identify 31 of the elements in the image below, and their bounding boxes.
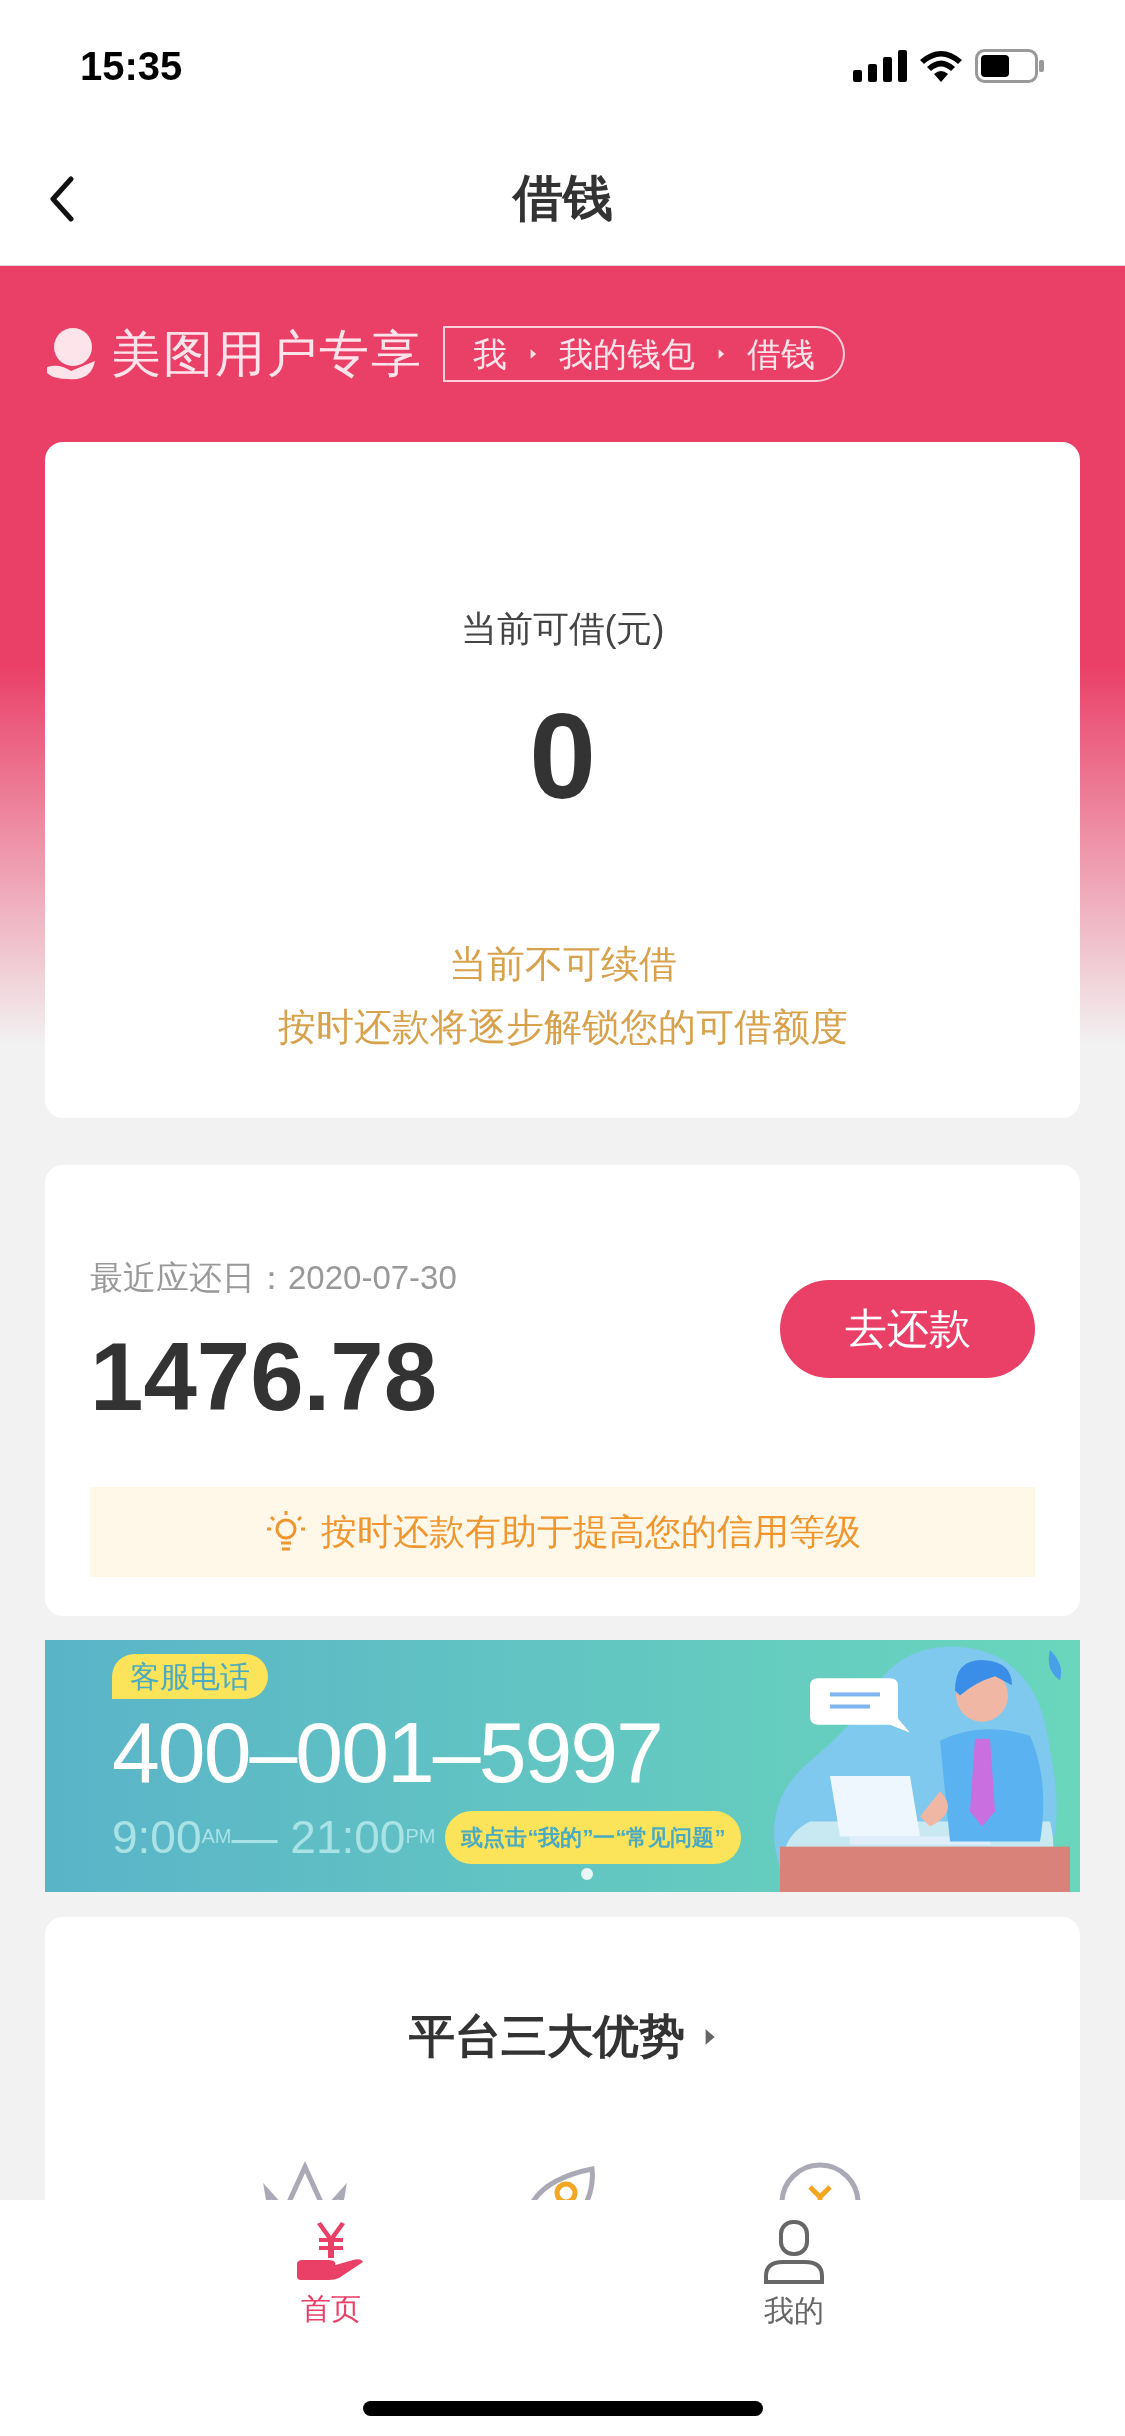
back-icon [49, 175, 75, 222]
chevron-right-icon [717, 348, 725, 360]
battery-icon [975, 49, 1045, 83]
user-icon [762, 2220, 825, 2284]
tip-text: 按时还款有助于提高您的信用等级 [320, 1509, 861, 1554]
service-banner[interactable]: 客服电话 400–001–5997 9:00$^{AM}$— 21:00$^{PM}$ 或点击“我的”一“常见问题” [45, 1640, 1080, 1892]
breadcrumb-item[interactable]: 我 [473, 328, 507, 380]
page-title: 借钱 [512, 169, 613, 228]
service-badge: 客服电话 [112, 1654, 268, 1699]
repay-amount: 1476.78 [90, 1328, 438, 1425]
available-label: 当前可借(元) [460, 607, 665, 651]
carousel-dot [581, 1868, 593, 1880]
breadcrumb-item[interactable]: 我的钱包 [559, 328, 695, 380]
chevron-right-icon [529, 348, 537, 360]
phone-number: 400–001–5997 [112, 1709, 663, 1795]
available-amount: 0 [529, 696, 596, 816]
signal-icon [853, 50, 907, 82]
brand-title: 美图用户专享 [111, 324, 423, 384]
faq-hint[interactable]: 或点击“我的”一“常见问题” [445, 1811, 742, 1864]
repay-button[interactable]: 去还款 [780, 1279, 1035, 1378]
due-date: 最近应还日：2020-07-30 [90, 1258, 457, 1298]
breadcrumb-item[interactable]: 借钱 [747, 328, 815, 380]
advantages-title[interactable]: 平台三大优势 [409, 2002, 685, 2071]
hand-coin-icon [45, 327, 97, 381]
credit-notice: 当前不可续借 [448, 942, 677, 987]
service-hours: 9:00$^{AM}$— 21:00$^{PM}$ [112, 1810, 436, 1865]
credit-hint: 按时还款将逐步解锁您的可借额度 [277, 1005, 848, 1050]
status-time: 15:35 [80, 43, 183, 90]
tab-item[interactable]: 我的 [693, 2220, 894, 2333]
wifi-icon [919, 50, 963, 82]
tab-item[interactable]: 首页 [231, 2220, 432, 2333]
